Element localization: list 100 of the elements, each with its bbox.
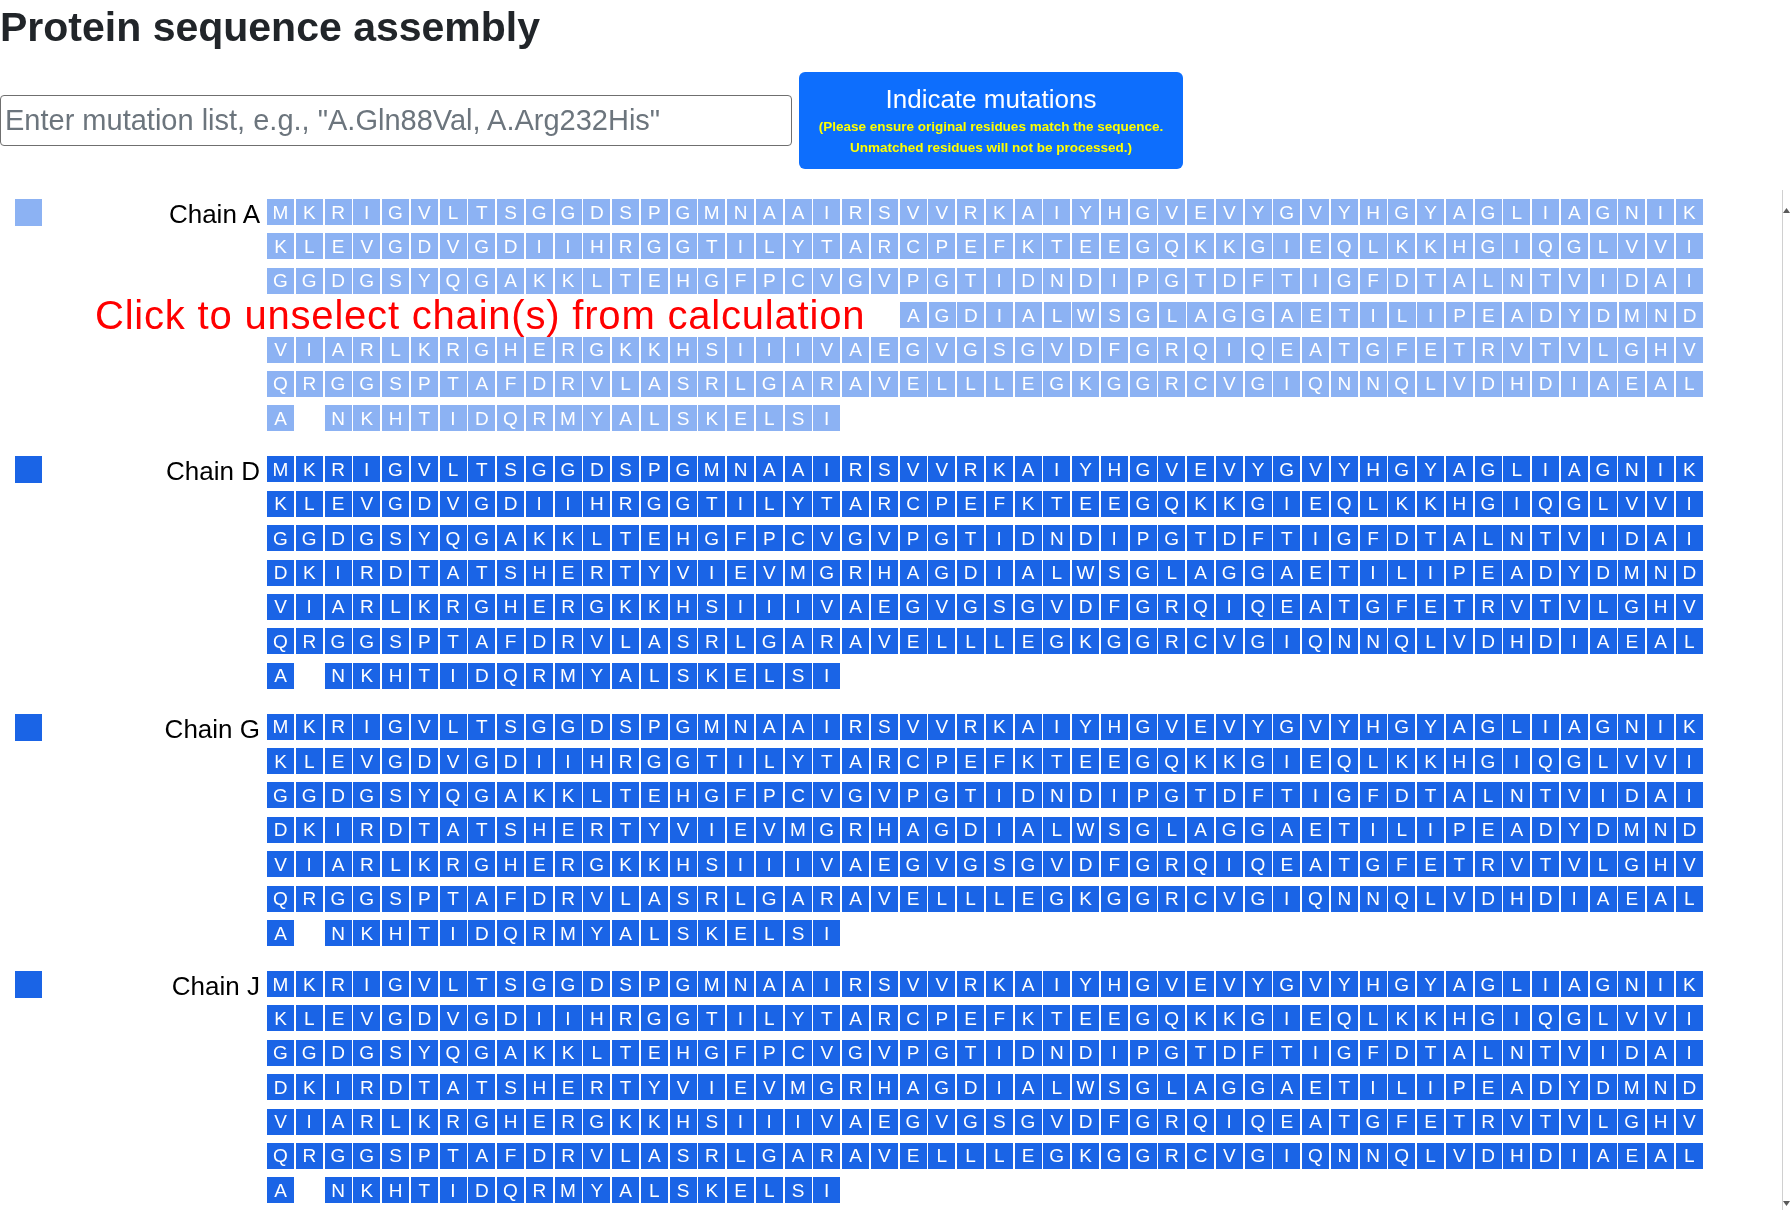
residue-cell: A	[468, 885, 496, 912]
residue-cell: V	[1215, 628, 1243, 655]
residue-cell: L	[1043, 1074, 1071, 1101]
residue-cell: E	[1417, 336, 1444, 363]
residue-cell: E	[1302, 748, 1329, 775]
residue-cell: G	[1589, 713, 1617, 740]
residue-cell: M	[554, 1177, 582, 1204]
residue-cell: K	[1675, 971, 1703, 998]
residue-cell: G	[1244, 816, 1272, 843]
chain-toggle[interactable]	[15, 713, 42, 741]
residue-cell: G	[1560, 1005, 1588, 1032]
residue-cell: K	[985, 456, 1013, 483]
residue-cell: M	[267, 199, 294, 225]
residue-cell: G	[382, 233, 409, 260]
residue-cell: T	[410, 662, 438, 689]
residue-cell: Q	[1388, 885, 1416, 912]
residue-cell: L	[755, 662, 783, 689]
residue-cell: L	[640, 662, 668, 689]
up-caret-icon[interactable]	[1783, 208, 1790, 213]
residue-cell: G	[1244, 233, 1272, 260]
residue-cell: G	[468, 336, 496, 363]
residue-cell: E	[640, 782, 668, 809]
residue-cell: Q	[1158, 1005, 1186, 1032]
down-caret-icon[interactable]	[1783, 1201, 1790, 1206]
residue-cell: K	[698, 405, 726, 432]
residue-cell: L	[1589, 851, 1617, 878]
residue-cell: D	[497, 490, 524, 517]
residue-cell: K	[1417, 233, 1444, 260]
residue-cell: Y	[640, 1074, 668, 1101]
residue-cell: P	[640, 199, 668, 225]
scrollbar[interactable]	[1782, 190, 1790, 1210]
residue-cell: P	[410, 370, 438, 397]
residue-cell: K	[353, 1177, 381, 1204]
residue-cell: R	[324, 199, 352, 225]
residue-cell: I	[554, 233, 582, 260]
residue-cell: D	[525, 1143, 553, 1169]
residue-cell: V	[928, 336, 956, 363]
residue-cell: A	[439, 559, 467, 586]
residue-cell: N	[1359, 370, 1387, 397]
residue-cell: G	[382, 456, 409, 483]
residue-cell: L	[957, 1143, 984, 1169]
residue-cell: L	[1417, 1143, 1444, 1169]
residue-cell: K	[525, 525, 553, 552]
residue-cell: V	[1647, 748, 1674, 775]
residue-cell: K	[1417, 1005, 1444, 1032]
residue-cell: I	[813, 662, 841, 689]
residue-cell: G	[1216, 302, 1243, 329]
residue-cell: R	[324, 713, 352, 740]
residue-cell: R	[957, 713, 984, 740]
residue-cell: S	[669, 1143, 697, 1169]
chain-toggle[interactable]	[15, 456, 42, 484]
residue-cell: V	[1043, 851, 1071, 878]
residue-cell: A	[324, 851, 352, 878]
residue-cell: V	[1503, 1108, 1531, 1135]
residue-cell: V	[1618, 1005, 1646, 1032]
residue-cell: H	[525, 1074, 553, 1101]
residue-cell: T	[410, 816, 438, 843]
residue-cell: L	[612, 628, 639, 655]
residue-cell: G	[928, 816, 956, 843]
residue-cell: L	[1417, 885, 1444, 912]
residue-cell: L	[1158, 302, 1186, 329]
residue-cell: I	[1675, 233, 1703, 260]
residue-cell: A	[899, 816, 927, 843]
residue-cell: G	[468, 490, 496, 517]
residue-cell: Q	[1302, 370, 1329, 397]
residue-cell: S	[985, 593, 1013, 620]
residue-cell: F	[985, 748, 1013, 775]
indicate-mutations-button[interactable]: Indicate mutations (Please ensure original residues match the sequence. Unmatched residues will not be processed.)	[799, 72, 1183, 169]
chain-toggle[interactable]	[15, 971, 42, 999]
residue-cell: G	[1158, 782, 1186, 809]
residue-cell: E	[324, 490, 352, 517]
residue-cell: D	[1215, 1039, 1243, 1066]
residue-cell: N	[1618, 971, 1646, 998]
residue-cell: G	[1589, 971, 1617, 998]
mutation-input[interactable]: Enter mutation list, e.g., "A.Gln88Val, A.Arg232His"	[0, 95, 792, 146]
residue-cell: E	[1100, 233, 1128, 260]
residue-cell: Q	[1158, 490, 1186, 517]
residue-cell: D	[525, 885, 553, 912]
residue-cell: I	[1100, 525, 1128, 552]
residue-cell: P	[640, 456, 668, 483]
residue-cell: A	[842, 748, 869, 775]
residue-cell: E	[1618, 628, 1646, 655]
residue-cell: I	[985, 1039, 1013, 1066]
residue-cell: H	[669, 525, 697, 552]
residue-cell: D	[324, 525, 352, 552]
residue-cell: I	[1560, 628, 1588, 655]
residue-cell: S	[1100, 559, 1128, 586]
residue-cell: A	[612, 662, 639, 689]
residue-cell: H	[525, 559, 553, 586]
residue-cell: F	[727, 525, 754, 552]
residue-cell: D	[1215, 782, 1243, 809]
residue-cell: A	[784, 885, 812, 912]
residue-cell: L	[1043, 816, 1071, 843]
residue-cell: G	[1330, 782, 1358, 809]
residue-cell: F	[985, 490, 1013, 517]
chain-toggle[interactable]	[15, 199, 42, 226]
residue-cell: V	[267, 593, 294, 620]
residue-cell: F	[727, 1039, 754, 1066]
residue-cell: K	[1388, 490, 1416, 517]
residue-cell: T	[612, 1074, 639, 1101]
